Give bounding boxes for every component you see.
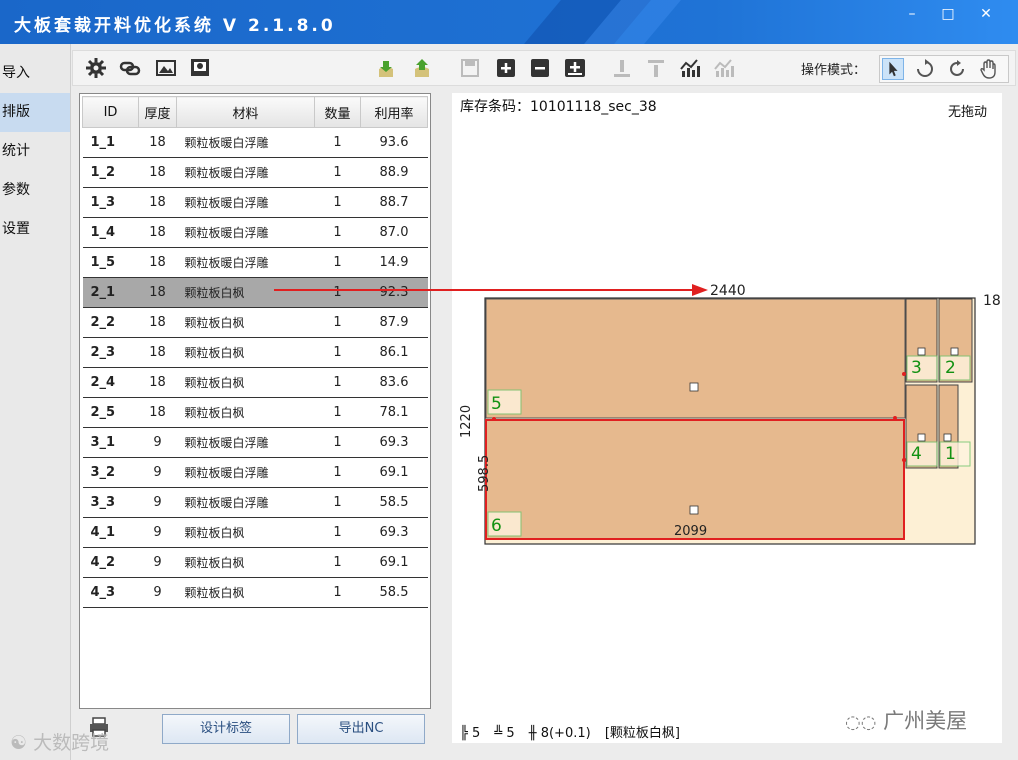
watermark-text: 大数跨境: [33, 732, 110, 754]
watermark-left: ☯ 大数跨境: [10, 728, 109, 755]
board-height-label: 1220: [459, 404, 474, 438]
piece-number-6[interactable]: 6: [491, 516, 502, 536]
board-width-label: 2440: [710, 283, 746, 299]
grain-marker: [689, 382, 699, 392]
grain-marker: [689, 505, 699, 515]
edge-marker: [893, 416, 897, 420]
piece-5: [485, 298, 906, 419]
watermark-logo-icon: ☯: [10, 732, 28, 754]
status-bar: ╠ 5 ╩ 5 ╫ 8(+0.1) [颗粒板白枫]: [460, 722, 690, 741]
piece-number-3[interactable]: 3: [911, 358, 922, 378]
piece-6: [485, 419, 905, 540]
wechat-icon: ◌◌: [845, 712, 877, 733]
board-layout-drawing: [274, 284, 976, 545]
watermark-text: 广州美屋: [883, 709, 968, 733]
edge-marker: [492, 417, 496, 421]
status-count-2: ╩ 5: [494, 726, 515, 741]
grain-marker: [917, 347, 926, 356]
grain-marker: [917, 433, 926, 442]
piece-height-label: 598.5: [477, 454, 492, 492]
grain-marker: [943, 433, 952, 442]
piece-number-2[interactable]: 2: [945, 358, 956, 378]
board-thickness-label: 18: [983, 293, 1001, 309]
status-count-1: ╠ 5: [460, 726, 481, 741]
piece-width-label: 2099: [674, 524, 708, 539]
edge-marker: [902, 458, 906, 462]
selection-arrow-head: [692, 284, 708, 296]
edge-marker: [902, 372, 906, 376]
piece-number-4[interactable]: 4: [911, 444, 922, 464]
piece-number-1[interactable]: 1: [945, 444, 956, 464]
status-material: [颗粒板白枫]: [604, 726, 680, 741]
status-count-3: ╫ 8(+0.1): [528, 726, 591, 741]
piece-number-5[interactable]: 5: [491, 394, 502, 414]
watermark-right: ◌◌ 广州美屋: [845, 705, 967, 735]
grain-marker: [950, 347, 959, 356]
